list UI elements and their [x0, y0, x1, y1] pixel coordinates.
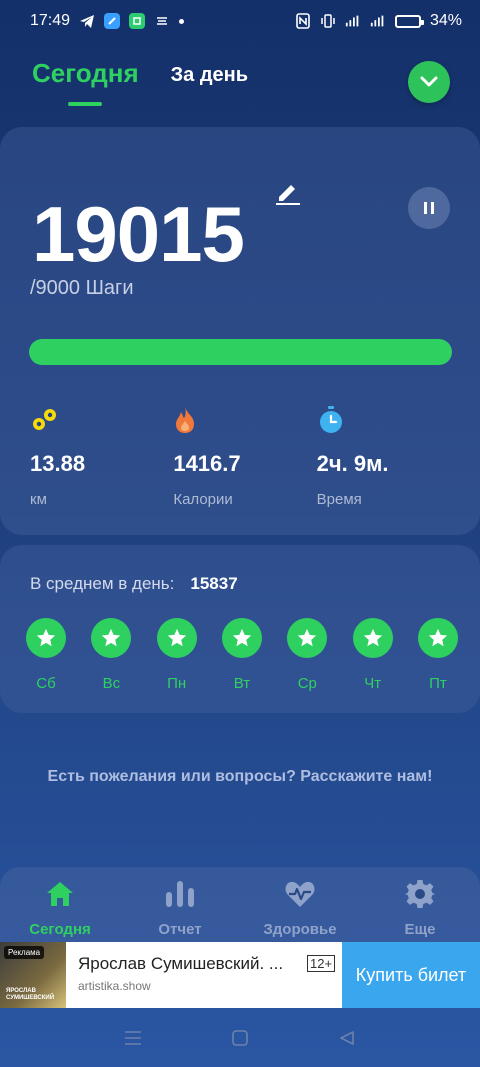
average-row: В среднем в день: 15837: [30, 574, 238, 594]
stat-time-value: 2ч. 9м.: [316, 451, 389, 476]
stopwatch-icon: [317, 405, 460, 435]
average-value: 15837: [190, 574, 238, 593]
stat-calories-unit: Калории: [173, 491, 233, 508]
status-time: 17:49: [30, 12, 71, 29]
nav-label: Еще: [404, 921, 436, 938]
stat-calories-value: 1416.7: [173, 451, 241, 476]
volte-icon: [345, 13, 361, 29]
star-icon: [221, 618, 262, 658]
star-icon: [26, 618, 66, 658]
heart-pulse-icon: [284, 879, 316, 909]
nfc-icon: [295, 13, 311, 29]
day-friday[interactable]: Пт: [416, 618, 460, 692]
menu-icon: [125, 1030, 142, 1045]
ad-title: Ярослав Сумишевский. ...: [78, 954, 284, 973]
status-right: 34%: [295, 12, 462, 30]
nav-label: Здоровье: [263, 921, 337, 938]
star-icon: [287, 618, 328, 658]
bottom-nav: Сегодня Отчет Здоровье Еще: [0, 867, 480, 945]
steps-card: 19015 /9000 Шаги 13.88 км 1416.7 Калории: [0, 127, 480, 535]
pencil-icon: [276, 185, 300, 205]
day-label: Вт: [233, 675, 251, 692]
day-label: Сб: [36, 675, 56, 692]
ad-tag: Реклама: [4, 946, 45, 959]
dropdown-button[interactable]: [408, 61, 450, 103]
nav-label: Сегодня: [29, 921, 91, 938]
day-label: Пн: [167, 675, 187, 692]
steps-count: 19015: [32, 190, 245, 278]
route-icon: [30, 405, 173, 435]
top-tabs: Сегодня За день: [32, 58, 248, 106]
status-bar: 17:49 34%: [0, 0, 480, 42]
nav-item-more[interactable]: Еще: [365, 879, 475, 945]
battery-icon: [394, 14, 424, 28]
app-notification-icon-2: [129, 13, 146, 29]
recent-apps-button[interactable]: [113, 1018, 153, 1058]
nav-item-today[interactable]: Сегодня: [5, 879, 115, 945]
day-tuesday[interactable]: Вт: [220, 618, 264, 692]
back-button[interactable]: [327, 1018, 367, 1058]
star-icon: [91, 618, 132, 658]
stat-distance-unit: км: [30, 491, 47, 508]
square-icon: [232, 1029, 248, 1046]
steps-progress-fill: [29, 339, 452, 365]
day-wednesday[interactable]: Ср: [285, 618, 329, 692]
bar-chart-icon: [164, 879, 196, 909]
week-days: Сб Вс Пн Вт Ср Чт Пт: [24, 618, 460, 692]
status-left: 17:49: [30, 12, 185, 30]
stat-time-unit: Время: [316, 491, 362, 508]
day-label: Ср: [297, 675, 317, 692]
tab-per-day[interactable]: За день: [171, 64, 248, 87]
battery-percent: 34%: [429, 12, 462, 29]
ad-image-text: ЯРОСЛАВ СУМИШЕВСКИЙ: [6, 988, 55, 1001]
pause-icon: [424, 202, 434, 214]
menu-lines-icon: [154, 13, 170, 29]
steps-progress-bar: [29, 339, 452, 365]
ad-body[interactable]: Ярослав Сумишевский. ... 12+ artistika.s…: [66, 942, 342, 1008]
ad-age-rating: 12+: [307, 955, 336, 972]
stat-time: 2ч. 9м. Время: [317, 405, 460, 508]
home-icon: [45, 879, 75, 909]
pause-button[interactable]: [408, 187, 450, 229]
stats-row: 13.88 км 1416.7 Калории 2ч. 9м. Время: [30, 405, 460, 508]
signal-4g-icon: [370, 13, 386, 29]
steps-goal: /9000 Шаги: [30, 277, 134, 299]
system-nav-bar: [0, 1008, 480, 1067]
chevron-down-icon: [420, 76, 438, 87]
day-label: Вс: [102, 675, 121, 692]
day-thursday[interactable]: Чт: [351, 618, 395, 692]
feedback-link[interactable]: Есть пожелания или вопросы? Расскажите н…: [40, 765, 440, 788]
star-icon: [156, 618, 197, 658]
nav-label: Отчет: [158, 921, 202, 938]
day-label: Пт: [429, 675, 447, 692]
ad-banner[interactable]: Реклама ЯРОСЛАВ СУМИШЕВСКИЙ Ярослав Суми…: [0, 942, 480, 1008]
stat-distance: 13.88 км: [30, 405, 173, 508]
gear-icon: [405, 879, 435, 909]
flame-icon: [173, 405, 316, 435]
day-saturday[interactable]: Сб: [24, 618, 68, 692]
nav-item-report[interactable]: Отчет: [125, 879, 235, 945]
stat-calories: 1416.7 Калории: [173, 405, 316, 508]
home-button[interactable]: [220, 1018, 260, 1058]
vibrate-icon: [320, 13, 336, 29]
ad-domain: artistika.show: [78, 979, 151, 993]
stat-distance-value: 13.88: [30, 451, 86, 476]
nav-item-health[interactable]: Здоровье: [245, 879, 355, 945]
app-notification-icon: [104, 13, 121, 29]
day-monday[interactable]: Пн: [155, 618, 199, 692]
average-label: В среднем в день:: [30, 574, 175, 593]
notification-dot-icon: [179, 18, 185, 24]
day-sunday[interactable]: Вс: [89, 618, 133, 692]
tab-today[interactable]: Сегодня: [32, 58, 139, 106]
average-card: В среднем в день: 15837 Сб Вс Пн Вт Ср Ч…: [0, 545, 480, 713]
telegram-icon: [79, 13, 95, 29]
edit-steps-button[interactable]: [275, 179, 301, 210]
back-triangle-icon: [339, 1030, 354, 1045]
ad-image[interactable]: Реклама ЯРОСЛАВ СУМИШЕВСКИЙ: [0, 942, 66, 1008]
ad-buy-ticket-button[interactable]: Купить билет: [342, 942, 480, 1008]
day-label: Чт: [364, 675, 382, 692]
star-icon: [352, 618, 393, 658]
star-icon: [417, 618, 458, 658]
